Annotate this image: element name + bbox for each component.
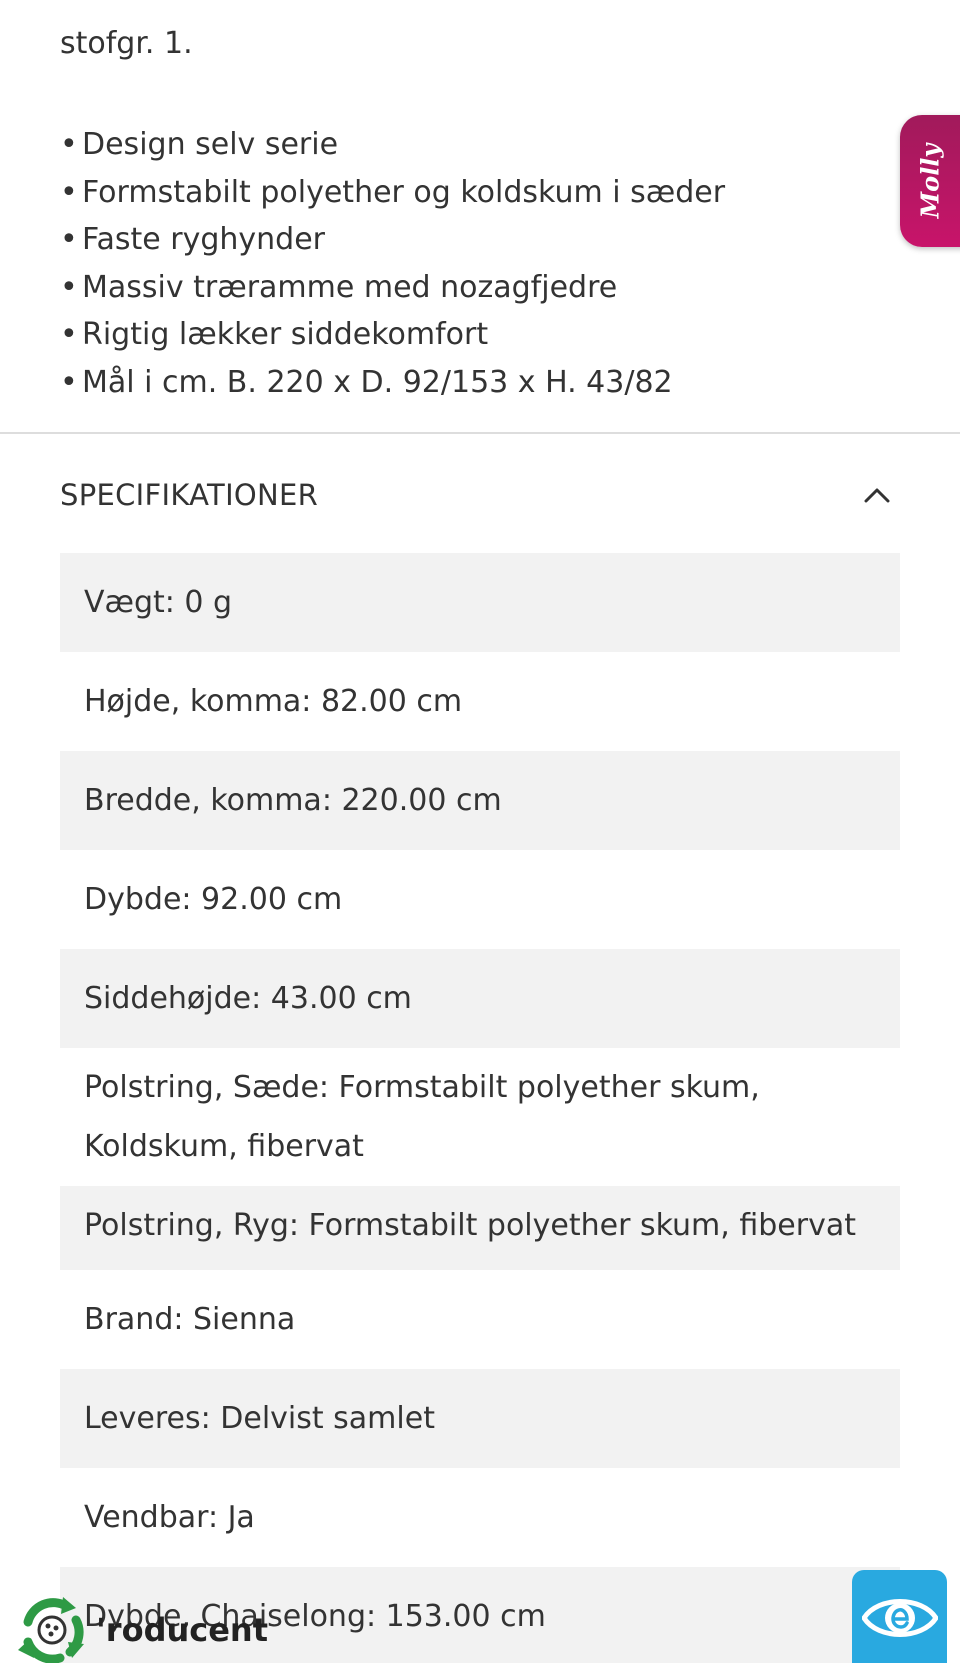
molly-tab-label: Molly: [915, 143, 945, 219]
spec-row: Vendbar: Ja: [84, 1499, 255, 1535]
eye-icon: [862, 1599, 938, 1637]
feature-item: • Faste ryghynder: [60, 216, 725, 264]
bullet-icon: •: [60, 317, 78, 353]
molly-chat-tab[interactable]: Molly: [900, 115, 960, 247]
bullet-icon: •: [60, 174, 78, 210]
chevron-up-icon[interactable]: [862, 480, 892, 510]
feature-item: • Mål i cm. B. 220 x D. 92/153 x H. 43/82: [60, 359, 725, 407]
bullet-icon: •: [60, 222, 78, 258]
spec-row: Siddehøjde: 43.00 cm: [60, 949, 900, 1048]
product-details-page: stofgr. 1. • Design selv serie • Formstabi…: [0, 0, 960, 1663]
spec-row: Leveres: Delvist samlet: [60, 1368, 900, 1468]
feature-item: • Rigtig lækker siddekomfort: [60, 311, 725, 359]
spec-row: Bredde, komma: 220.00 cm: [60, 751, 900, 850]
section-divider: [0, 432, 960, 434]
bullet-icon: •: [60, 127, 78, 162]
specifications-title: SPECIFIKATIONER: [60, 478, 319, 512]
specifications-table: Vægt: 0 g Højde, komma: 82.00 cm Bredde,…: [60, 553, 900, 1663]
specifications-accordion-header[interactable]: SPECIFIKATIONER: [60, 470, 900, 520]
spec-row: Højde, komma: 82.00 cm: [84, 684, 463, 719]
producent-section-title[interactable]: 'roducent: [96, 1610, 268, 1650]
feature-list: • Design selv serie • Formstabilt polyethe…: [60, 121, 725, 407]
bullet-icon: •: [60, 269, 78, 305]
spec-row: Vægt: 0 g: [60, 553, 900, 652]
spec-row: Dybde: 92.00 cm: [84, 882, 343, 917]
spec-row: Polstring, Ryg: Formstabilt polyether sk…: [60, 1186, 900, 1270]
accessibility-widget-button[interactable]: [852, 1570, 947, 1663]
feature-item: • Design selv serie: [60, 121, 725, 169]
spec-row: Polstring, Sæde: Formstabilt polyether s…: [84, 1070, 760, 1164]
recycle-icon[interactable]: [14, 1592, 90, 1663]
feature-item: • Massiv træramme med nozagfjedre: [60, 264, 725, 312]
bullet-icon: •: [60, 364, 78, 400]
feature-item: • Formstabilt polyether og koldskum i sæd…: [60, 169, 725, 217]
intro-text: stofgr. 1.: [60, 26, 193, 61]
spec-row: Brand: Sienna: [84, 1301, 296, 1337]
